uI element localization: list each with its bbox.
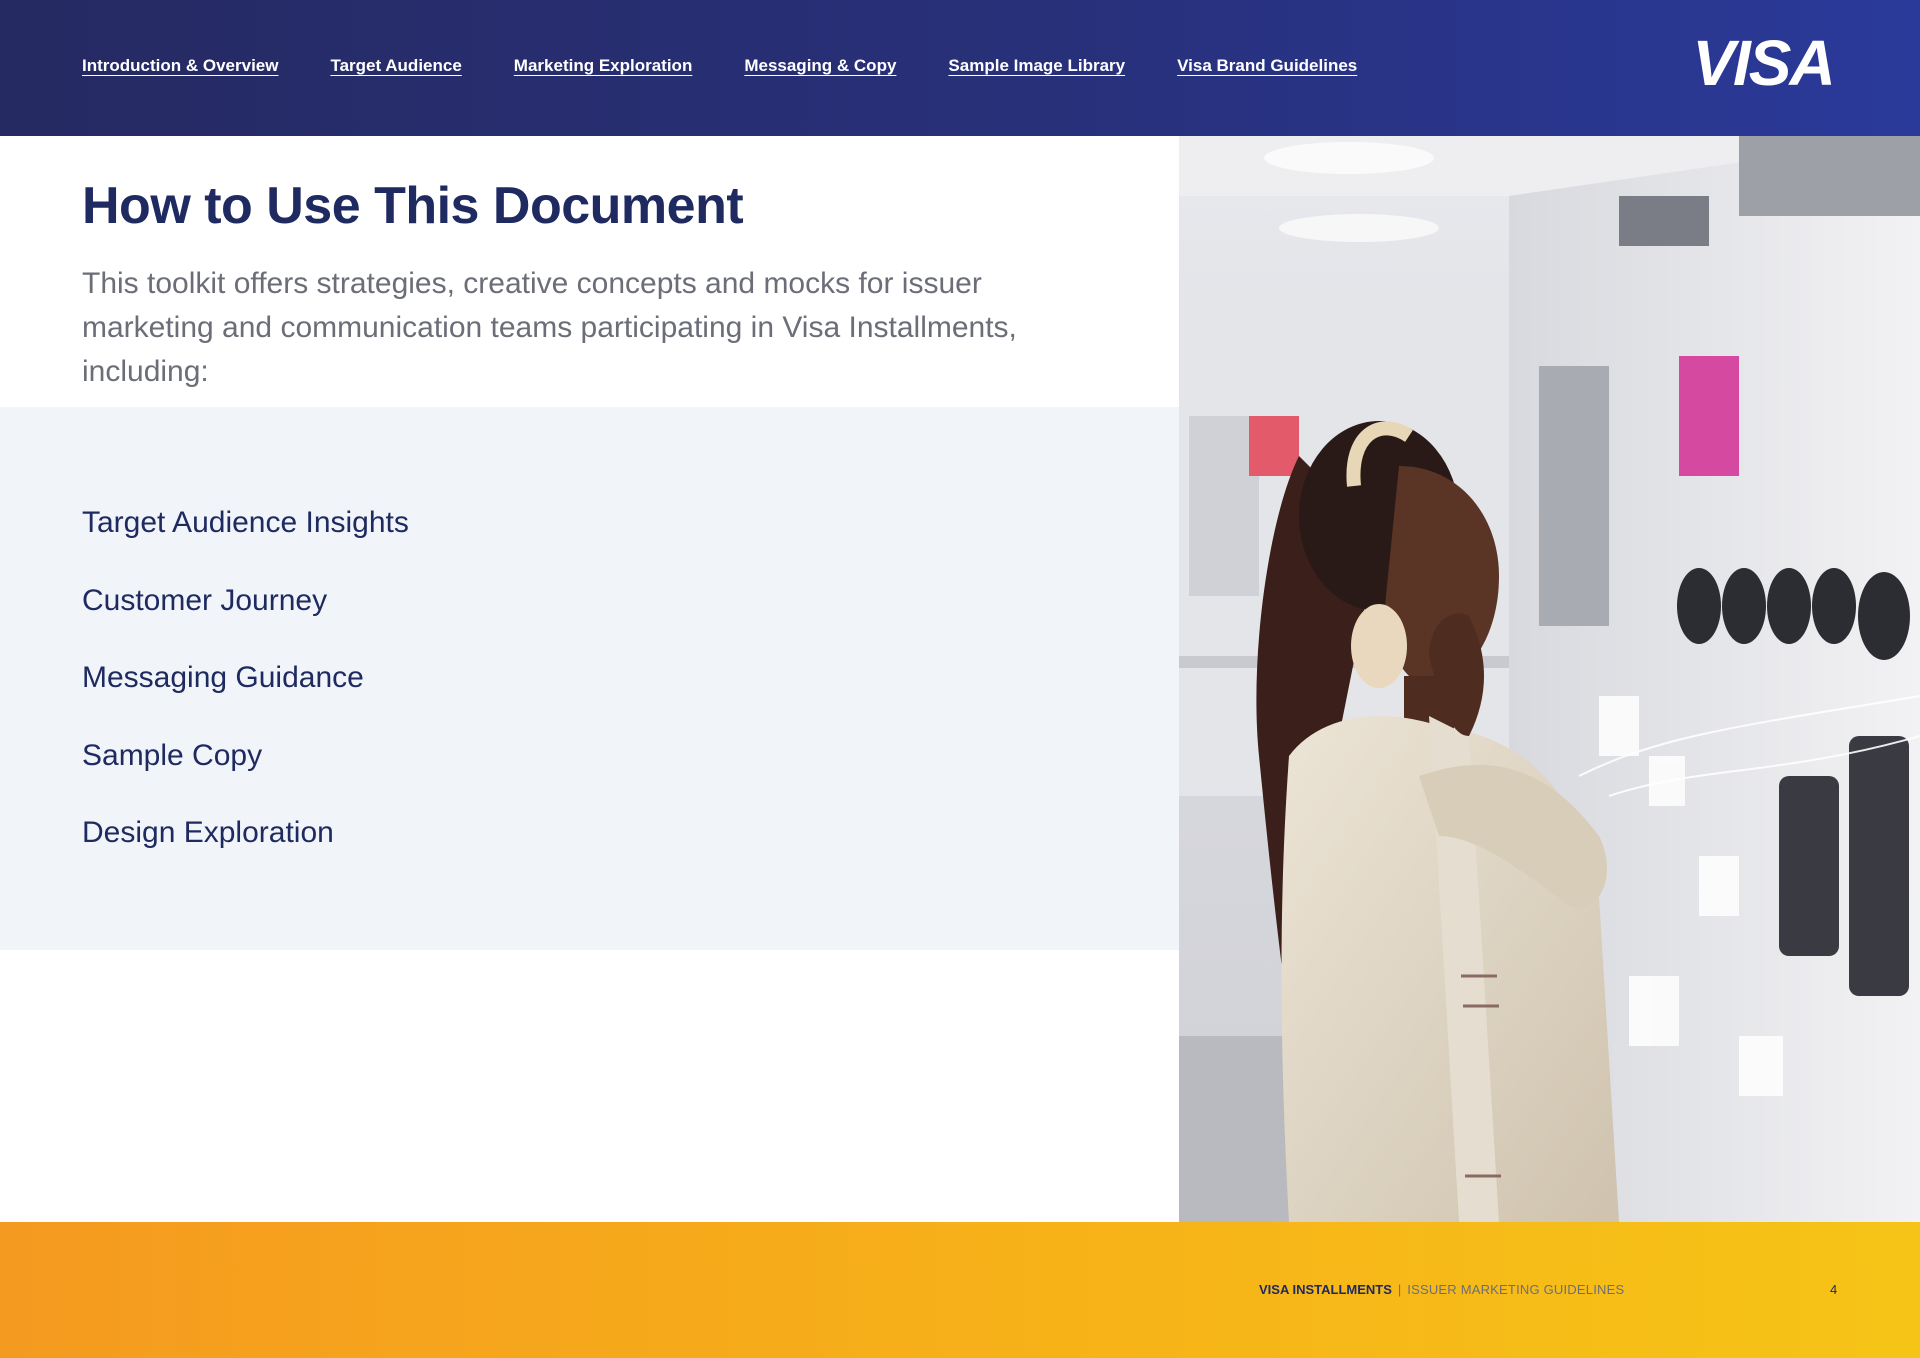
nav-link-sample-image-library[interactable]: Sample Image Library: [948, 56, 1125, 76]
list-item: Design Exploration: [82, 816, 334, 850]
nav-link-target-audience[interactable]: Target Audience: [330, 56, 461, 76]
photo-of-shopper-icon: [1179, 136, 1920, 1222]
nav-link-marketing-exploration[interactable]: Marketing Exploration: [514, 56, 693, 76]
visa-logo: VISA: [1692, 27, 1835, 99]
footer-brand: VISA INSTALLMENTS: [1259, 1282, 1392, 1297]
footer-bar: [0, 1222, 1920, 1358]
list-item: Sample Copy: [82, 738, 263, 772]
nav-link-messaging-copy[interactable]: Messaging & Copy: [744, 56, 896, 76]
footer-label: VISA INSTALLMENTS | ISSUER MARKETING GUIDE…: [1259, 1282, 1624, 1297]
nav-link-introduction[interactable]: Introduction & Overview: [82, 56, 278, 76]
nav-link-visa-brand-guidelines[interactable]: Visa Brand Guidelines: [1177, 56, 1357, 76]
intro-paragraph: This toolkit offers strategies, creative…: [82, 267, 1017, 388]
page-title: How to Use This Document: [82, 177, 744, 235]
contents-list: Target Audience Insights Customer Journe…: [82, 503, 409, 891]
section-nav: Introduction & Overview Target Audience …: [82, 56, 1409, 76]
shopper-photo: [1179, 136, 1920, 1222]
footer-separator: |: [1397, 1282, 1402, 1297]
list-item: Messaging Guidance: [82, 661, 364, 695]
list-item: Customer Journey: [82, 583, 328, 617]
footer-subtitle: ISSUER MARKETING GUIDELINES: [1407, 1282, 1625, 1297]
list-item: Target Audience Insights: [82, 506, 409, 539]
top-nav-bar: Introduction & Overview Target Audience …: [0, 0, 1920, 136]
page-number: 4: [1830, 1282, 1838, 1297]
